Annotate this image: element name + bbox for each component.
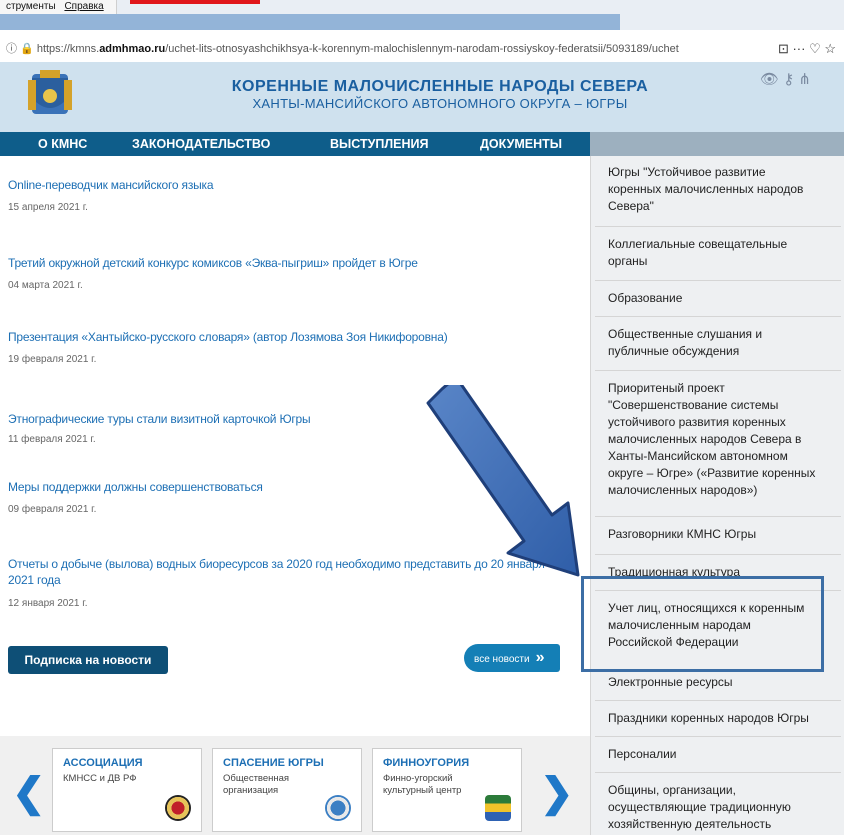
bookmarks-bar — [0, 14, 620, 30]
sidebar-item[interactable]: Персоналии — [608, 746, 818, 763]
partner-subtitle: КМНСС и ДВ РФ — [63, 773, 137, 784]
nav-legislation[interactable]: ЗАКОНОДАТЕЛЬСТВО — [132, 132, 270, 156]
sidebar-item[interactable]: Образование — [608, 290, 818, 307]
sidebar-item[interactable]: Разговорники КМНС Югры — [608, 526, 818, 543]
finno-ugric-logo-icon — [485, 795, 511, 821]
site-title-line1: КОРЕННЫЕ МАЛОЧИСЛЕННЫЕ НАРОДЫ СЕВЕРА — [231, 78, 649, 95]
subscribe-button[interactable]: Подписка на новости — [8, 646, 168, 674]
url-path: /uchet-lits-otnosyashchikhsya-k-korennym… — [165, 43, 679, 55]
sidebar-item[interactable]: Общины, организации, осуществляющие трад… — [608, 782, 818, 833]
news-date: 11 февраля 2021 г. — [8, 434, 96, 445]
address-bar[interactable]: ⓘ 🔒 https://kmns.admhmao.ru/uchet-lits-o… — [0, 36, 844, 63]
annotation-arrow-icon — [426, 385, 580, 577]
news-date: 15 апреля 2021 г. — [8, 202, 88, 213]
all-news-button[interactable]: все новости » — [464, 644, 560, 672]
sidebar-item[interactable]: Праздники коренных народов Югры — [608, 710, 818, 727]
menu-bar: струменты Справка — [0, 0, 117, 14]
partner-subtitle: Общественная организация — [223, 773, 290, 796]
info-icon[interactable]: ⓘ — [6, 43, 17, 55]
carousel-prev-icon[interactable]: ❮ — [12, 770, 46, 816]
news-date: 19 февраля 2021 г. — [8, 354, 97, 365]
nav-speeches[interactable]: ВЫСТУПЛЕНИЯ — [330, 132, 428, 156]
menu-tools[interactable]: струменты — [6, 1, 56, 12]
sidebar-item[interactable]: Югры "Устойчивое развитие коренных малоч… — [608, 164, 818, 215]
url-text[interactable]: ⓘ 🔒 https://kmns.admhmao.ru/uchet-lits-o… — [6, 36, 796, 62]
sidebar-divider — [595, 516, 841, 517]
sidebar-item[interactable]: Электронные ресурсы — [608, 674, 818, 691]
red-strip — [130, 0, 260, 4]
news-date: 09 февраля 2021 г. — [8, 504, 97, 515]
news-link[interactable]: Online-переводчик мансийского языка — [8, 178, 214, 192]
news-date: 04 марта 2021 г. — [8, 280, 83, 291]
header-tool-icons[interactable]: 👁 ⚷ ⋔ — [760, 70, 811, 88]
sidebar-item[interactable]: Приоритеный проект "Совершенствование си… — [608, 380, 818, 499]
sidebar-divider — [595, 316, 841, 317]
url-prefix: https://kmns. — [36, 43, 100, 55]
url-domain: admhmao.ru — [99, 43, 166, 55]
news-link[interactable]: Презентация «Хантыйско-русского словаря»… — [8, 330, 448, 344]
toolbar-icons[interactable]: ⊡ ··· ♡ ☆ — [778, 36, 836, 62]
coat-of-arms-logo[interactable] — [28, 70, 72, 120]
sidebar-divider — [595, 736, 841, 737]
chevron-right-icon: » — [535, 649, 545, 666]
nav-about[interactable]: О КМНС — [38, 132, 87, 156]
partner-card[interactable]: АССОЦИАЦИЯ КМНСС и ДВ РФ — [52, 748, 202, 832]
partner-title: АССОЦИАЦИЯ — [63, 757, 143, 769]
sitemap-icon[interactable]: ⋔ — [798, 71, 811, 88]
menu-help[interactable]: Справка — [64, 1, 103, 12]
site-title-line2: ХАНТЫ-МАНСИЙСКОГО АВТОНОМНОГО ОКРУГА – Ю… — [252, 96, 628, 111]
sidebar-item[interactable]: Общественные слушания и публичные обсужд… — [608, 326, 818, 360]
sidebar-divider — [595, 772, 841, 773]
partner-card[interactable]: СПАСЕНИЕ ЮГРЫ Общественная организация — [212, 748, 362, 832]
sidebar-divider — [595, 370, 841, 371]
all-news-label: все новости — [474, 654, 530, 665]
news-link[interactable]: Этнографические туры стали визитной карт… — [8, 412, 311, 426]
sidebar-divider — [595, 280, 841, 281]
sidebar-divider — [595, 226, 841, 227]
partner-subtitle: Финно-угорский культурный центр — [383, 773, 462, 796]
partner-card[interactable]: ФИННОУГОРИЯ Финно-угорский культурный це… — [372, 748, 522, 832]
news-link[interactable]: Третий окружной детский конкурс комиксов… — [8, 256, 418, 270]
association-emblem-icon — [165, 795, 191, 821]
news-link[interactable]: Меры поддержки должны совершенствоваться — [8, 480, 263, 494]
partner-title: ФИННОУГОРИЯ — [383, 757, 470, 769]
partner-title: СПАСЕНИЕ ЮГРЫ — [223, 757, 324, 769]
browser-menubar: струменты Справка — [0, 0, 844, 30]
key-icon[interactable]: ⚷ — [783, 71, 794, 88]
yugra-emblem-icon — [325, 795, 351, 821]
sidebar-divider — [595, 554, 841, 555]
main-nav: О КМНС ЗАКОНОДАТЕЛЬСТВО ВЫСТУПЛЕНИЯ ДОКУ… — [0, 132, 590, 156]
lock-icon: 🔒 — [20, 43, 34, 55]
eye-icon[interactable]: 👁 — [760, 71, 779, 88]
highlight-box — [581, 576, 824, 672]
sidebar-item[interactable]: Коллегиальные совещательные органы — [608, 236, 818, 270]
sidebar-divider — [595, 700, 841, 701]
news-date: 12 января 2021 г. — [8, 598, 88, 609]
site-title[interactable]: КОРЕННЫЕ МАЛОЧИСЛЕННЫЕ НАРОДЫ СЕВЕРА ХАН… — [200, 78, 680, 111]
carousel-next-icon[interactable]: ❯ — [540, 770, 574, 816]
nav-extension — [590, 132, 844, 156]
nav-documents[interactable]: ДОКУМЕНТЫ — [480, 132, 562, 156]
